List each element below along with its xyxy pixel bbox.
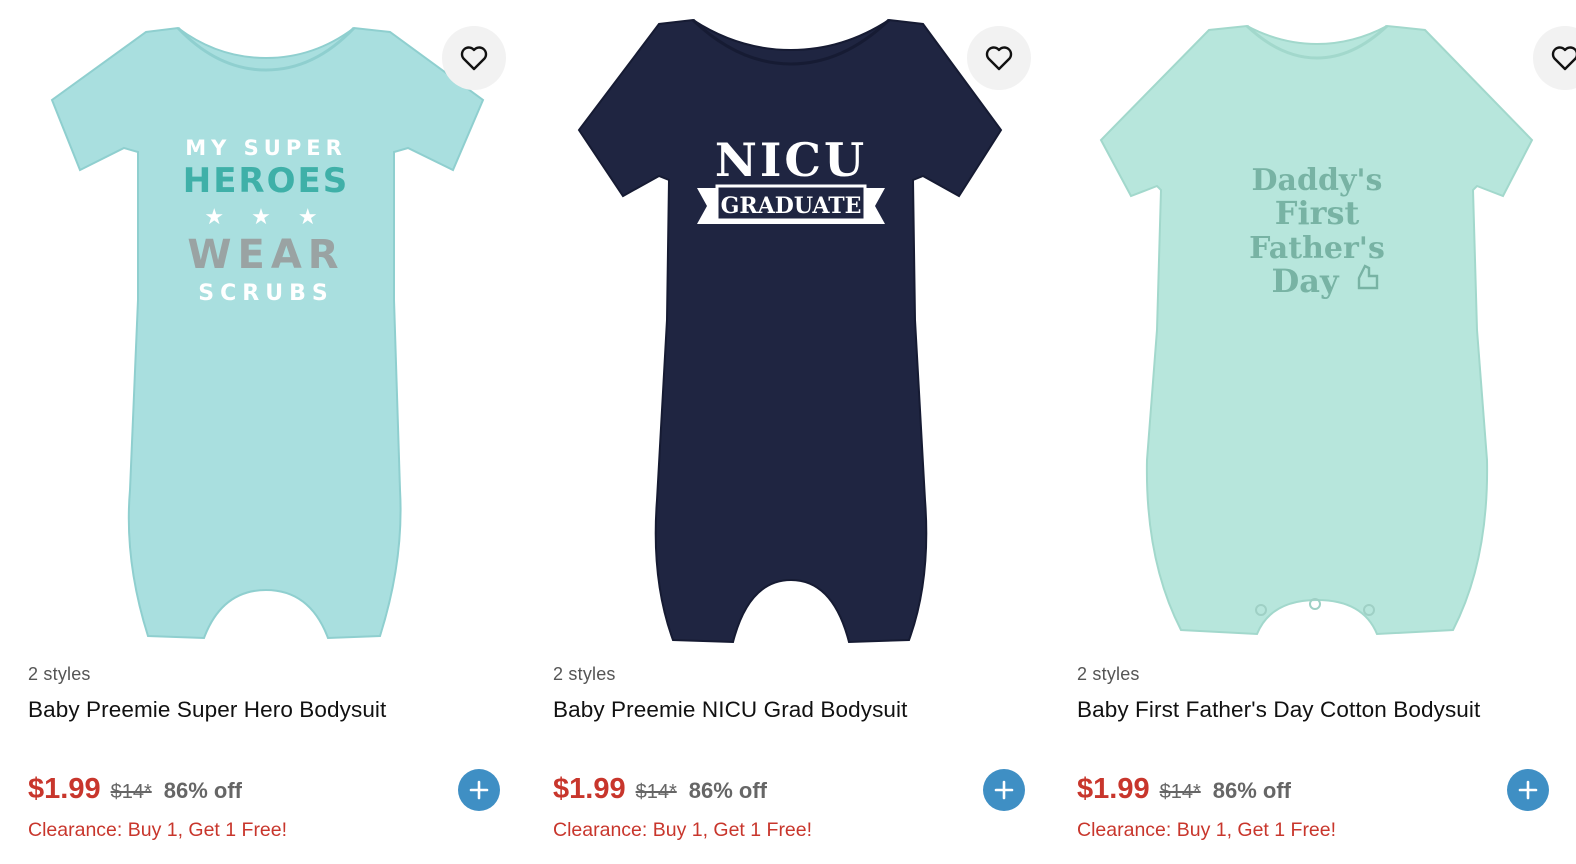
original-price: $14* <box>110 781 152 803</box>
add-to-cart-button[interactable] <box>983 769 1025 811</box>
print-line: Daddy's <box>1252 163 1383 198</box>
print-line: ★ ★ ★ <box>204 205 327 230</box>
promo-text: Clearance: Buy 1, Get 1 Free! <box>28 819 288 841</box>
product-image-link[interactable]: Daddy's First Father's Day <box>1077 0 1576 650</box>
promo-text: Clearance: Buy 1, Get 1 Free! <box>553 819 813 841</box>
product-image[interactable]: Daddy's First Father's Day <box>1077 0 1576 650</box>
plus-icon <box>994 780 1014 800</box>
discount-badge: 86% off <box>163 778 242 803</box>
plus-icon <box>469 780 489 800</box>
product-name-link[interactable]: Baby Preemie Super Hero Bodysuit <box>28 697 528 723</box>
print-line: Day <box>1271 262 1339 300</box>
price-row: $1.99 $14* 86% off <box>1077 773 1291 809</box>
original-price: $14* <box>1159 781 1201 803</box>
bodysuit-body <box>577 18 1003 644</box>
product-card[interactable]: MY SUPER HEROES ★ ★ ★ WEAR SCRUBS 2 styl… <box>28 0 528 864</box>
promo-text: Clearance: Buy 1, Get 1 Free! <box>1077 819 1337 841</box>
product-card[interactable]: NICU GRADUATE 2 styles Baby Preemie NICU… <box>553 0 1053 864</box>
styles-count: 2 styles <box>1077 664 1140 684</box>
price-row: $1.99 $14* 86% off <box>28 773 242 809</box>
product-image-link[interactable]: MY SUPER HEROES ★ ★ ★ WEAR SCRUBS <box>28 0 528 650</box>
product-name-link[interactable]: Baby Preemie NICU Grad Bodysuit <box>553 697 1053 723</box>
print-line: Father's <box>1249 231 1385 266</box>
add-to-cart-button[interactable] <box>458 769 500 811</box>
print-line: HEROES <box>183 161 349 201</box>
print-line: WEAR <box>187 232 344 278</box>
plus-icon <box>1518 780 1538 800</box>
original-price: $14* <box>635 781 677 803</box>
print-line: MY SUPER <box>185 136 347 160</box>
heart-outline-icon <box>985 46 1013 71</box>
price-row: $1.99 $14* 86% off <box>553 773 767 809</box>
styles-count: 2 styles <box>553 664 616 684</box>
discount-badge: 86% off <box>1212 778 1291 803</box>
sale-price: $1.99 <box>553 773 626 805</box>
print-line: GRADUATE <box>721 193 862 219</box>
bodysuit-body <box>50 26 485 640</box>
sale-price: $1.99 <box>28 773 101 805</box>
favorite-button[interactable] <box>967 26 1031 90</box>
product-image[interactable]: NICU GRADUATE <box>553 0 1053 650</box>
product-name-link[interactable]: Baby First Father's Day Cotton Bodysuit <box>1077 697 1576 723</box>
print-line: NICU <box>715 133 867 187</box>
favorite-button[interactable] <box>442 26 506 90</box>
bodysuit-body <box>1099 24 1534 636</box>
sale-price: $1.99 <box>1077 773 1150 805</box>
product-card[interactable]: Daddy's First Father's Day 2 styles Baby… <box>1077 0 1576 864</box>
add-to-cart-button[interactable] <box>1507 769 1549 811</box>
product-grid: MY SUPER HEROES ★ ★ ★ WEAR SCRUBS 2 styl… <box>0 0 1576 864</box>
print-line: SCRUBS <box>198 281 333 306</box>
print-line: First <box>1275 194 1360 232</box>
styles-count: 2 styles <box>28 664 91 684</box>
heart-outline-icon <box>1551 46 1576 71</box>
product-image[interactable]: MY SUPER HEROES ★ ★ ★ WEAR SCRUBS <box>28 0 528 650</box>
product-image-link[interactable]: NICU GRADUATE <box>553 0 1053 650</box>
discount-badge: 86% off <box>688 778 767 803</box>
heart-outline-icon <box>460 46 488 71</box>
